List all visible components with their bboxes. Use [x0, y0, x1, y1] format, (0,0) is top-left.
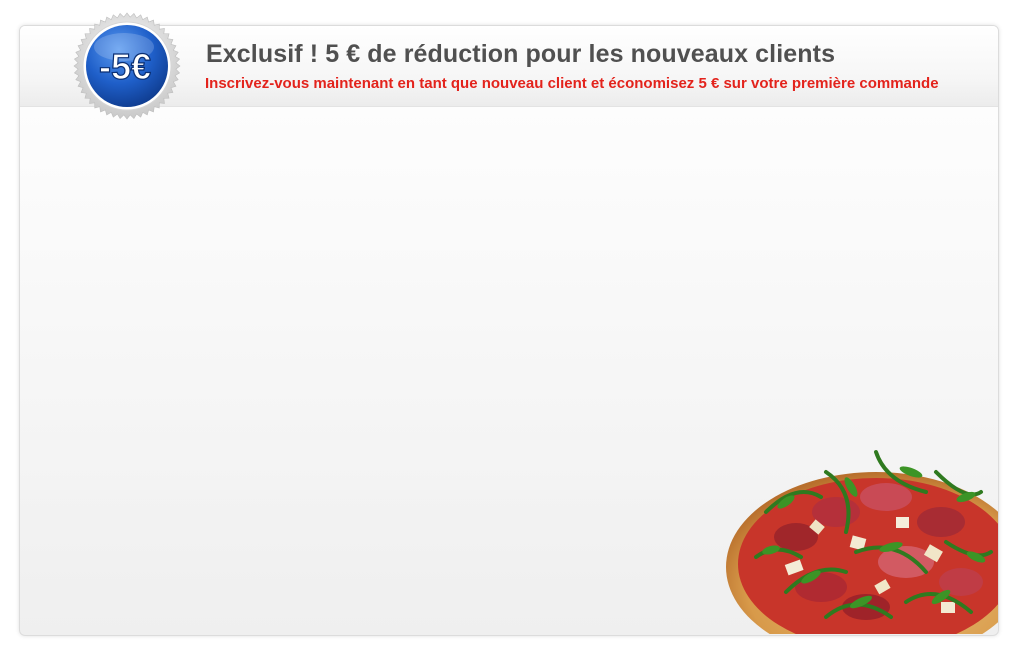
badge-text: -5€ [99, 46, 151, 87]
promo-headline: Exclusif ! 5 € de réduction pour les nou… [206, 40, 836, 68]
pizza-image [726, 450, 998, 634]
discount-badge: -5€ [73, 12, 181, 120]
promo-subline: Inscrivez-vous maintenant en tant que no… [205, 75, 939, 92]
